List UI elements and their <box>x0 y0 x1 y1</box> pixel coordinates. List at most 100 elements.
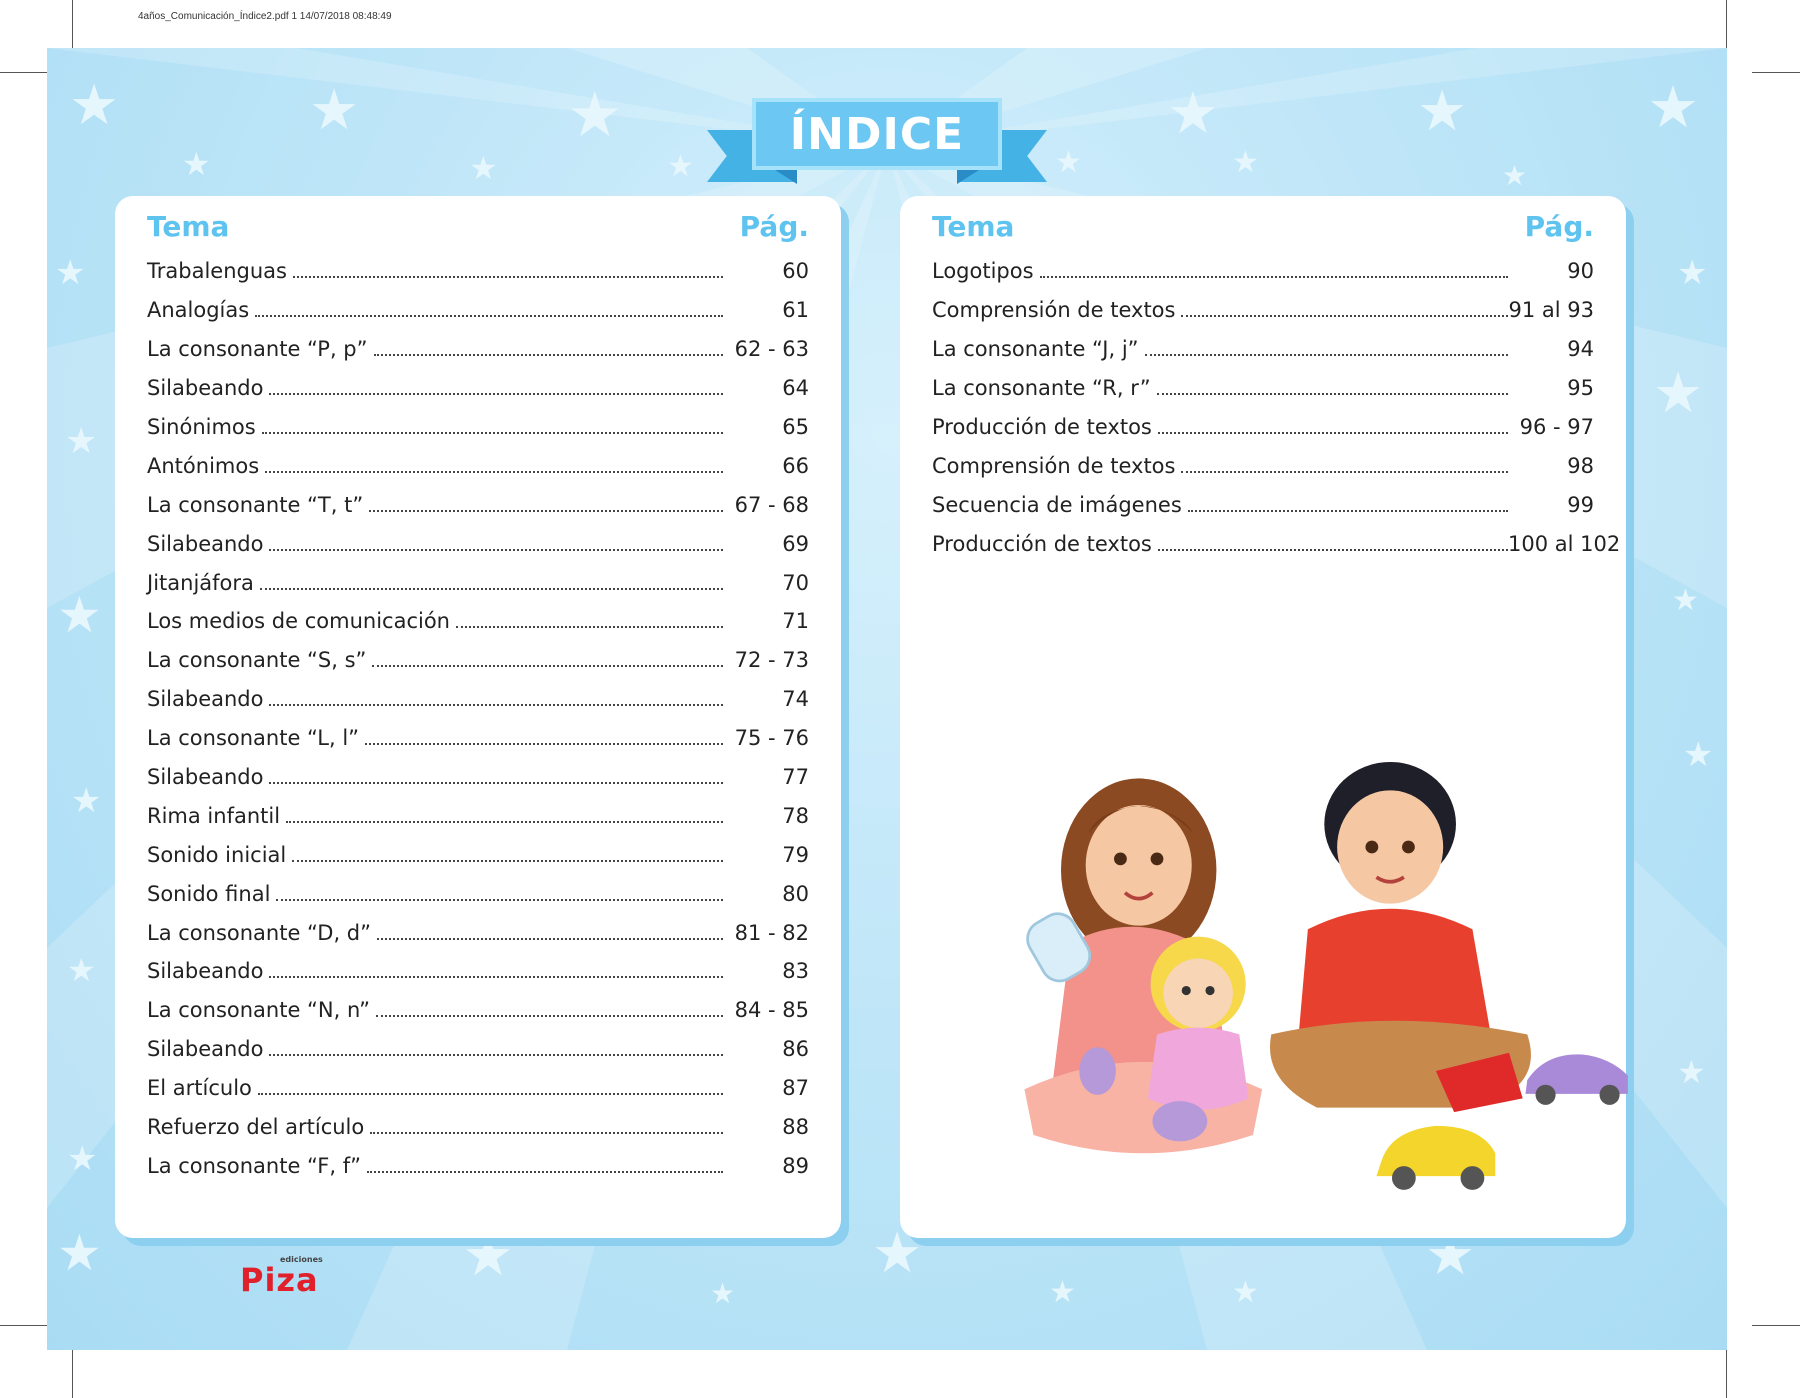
index-entry: Analogías 61 <box>147 291 809 330</box>
index-entry: Antónimos 66 <box>147 446 809 485</box>
dot-leader <box>1157 432 1508 434</box>
entry-page-number: 90 <box>1567 259 1594 284</box>
entry-topic: Logotipos <box>932 259 1034 284</box>
entry-page-number: 83 <box>782 959 809 984</box>
index-entry: Rima infantil 78 <box>147 796 809 835</box>
index-entry: Comprensión de textos 98 <box>932 446 1594 485</box>
index-entry: Silabeando 74 <box>147 680 809 719</box>
index-entry: La consonante “L, l” 75 - 76 <box>147 719 809 758</box>
dot-leader <box>1156 393 1508 396</box>
index-list: Trabalenguas 60 Analogías 61 La consonante “… <box>147 252 809 1185</box>
dot-leader <box>377 937 723 940</box>
ribbon-band: ÍNDICE <box>752 98 1002 170</box>
entry-topic: La consonante “S, s” <box>147 648 367 673</box>
dot-leader <box>1039 276 1508 279</box>
index-entry: Silabeando 86 <box>147 1030 809 1069</box>
entry-topic: La consonante “L, l” <box>147 726 360 751</box>
dot-leader <box>365 743 723 746</box>
entry-page-number: 64 <box>782 376 809 401</box>
entry-topic: Sinónimos <box>147 415 256 439</box>
index-entry: La consonante “D, d” 81 - 82 <box>147 913 809 952</box>
star-icon: ★ <box>1049 1275 1076 1310</box>
entry-page-number: 98 <box>1567 453 1594 478</box>
crop-mark <box>0 72 47 73</box>
entry-page-number: 71 <box>782 609 809 634</box>
entry-page-number: 89 <box>782 1153 809 1178</box>
index-entry: Los medios de comunicación 71 <box>147 602 809 641</box>
entry-page-number: 88 <box>782 1115 809 1140</box>
entry-page-number: 80 <box>782 881 809 906</box>
entry-page-number: 91 al 93 <box>1508 298 1595 323</box>
star-icon: ★ <box>67 1139 98 1179</box>
entry-topic: La consonante “D, d” <box>147 920 372 945</box>
page-title: ÍNDICE <box>789 108 965 160</box>
entry-topic: Los medios de comunicación <box>147 609 450 634</box>
star-icon: ★ <box>67 951 96 989</box>
entry-page-number: 84 - 85 <box>734 998 809 1023</box>
children-illustration <box>1024 761 1628 1190</box>
dot-leader <box>1181 315 1508 318</box>
star-icon: ★ <box>71 781 102 821</box>
index-entry: Sonido inicial 79 <box>147 835 809 874</box>
index-panel-left: Tema Pág. Trabalenguas 60 Analogías 61 La co… <box>115 196 841 1238</box>
entry-page-number: 100 al 102 <box>1508 531 1621 556</box>
entry-page-number: 95 <box>1567 376 1594 401</box>
star-icon: ★ <box>309 78 360 143</box>
dot-leader <box>269 548 723 551</box>
entry-page-number: 70 <box>782 570 809 595</box>
dot-leader <box>373 354 723 357</box>
index-panel-right: Tema Pág. Logotipos 90 Comprensión de text… <box>900 196 1628 1238</box>
dot-leader <box>1181 470 1508 473</box>
entry-topic: Trabalenguas <box>147 259 287 284</box>
star-icon: ★ <box>1677 253 1708 293</box>
entry-page-number: 96 - 97 <box>1519 415 1594 439</box>
logo-subtitle: ediciones <box>280 1255 323 1264</box>
index-entry: Silabeando 69 <box>147 524 809 563</box>
star-icon: ★ <box>469 149 498 187</box>
star-icon: ★ <box>1683 735 1714 775</box>
entry-topic: Comprensión de textos <box>932 298 1176 323</box>
index-entry: Silabeando 83 <box>147 952 809 991</box>
entry-page-number: 65 <box>782 415 809 439</box>
file-header: 4años_Comunicación_Índice2.pdf 1 14/07/2… <box>138 11 392 22</box>
entry-topic: Producción de textos <box>932 531 1152 556</box>
entry-topic: La consonante “P, p” <box>147 337 368 362</box>
entry-topic: Jitanjáfora <box>147 570 254 595</box>
star-icon: ★ <box>69 73 120 138</box>
crop-mark <box>1726 1350 1727 1398</box>
publisher-logo: ediciones Piza <box>240 1255 323 1299</box>
dot-leader <box>370 1132 723 1135</box>
index-entry: El artículo 87 <box>147 1069 809 1108</box>
index-entry: La consonante “P, p” 62 - 63 <box>147 330 809 369</box>
index-entry: Producción de textos 100 al 102 <box>932 524 1620 563</box>
index-entry: La consonante “S, s” 72 - 73 <box>147 641 809 680</box>
dot-leader <box>376 1015 723 1018</box>
dot-leader <box>255 315 723 318</box>
entry-page-number: 81 - 82 <box>734 920 809 945</box>
index-entry: La consonante “J, j” 94 <box>932 330 1594 369</box>
entry-page-number: 75 - 76 <box>734 726 809 751</box>
entry-page-number: 99 <box>1567 492 1594 517</box>
entry-topic: Silabeando <box>147 765 264 790</box>
dot-leader <box>372 665 723 668</box>
entry-page-number: 67 - 68 <box>734 492 809 517</box>
star-icon: ★ <box>57 586 102 644</box>
star-icon: ★ <box>1672 583 1699 618</box>
dot-leader <box>257 1093 723 1096</box>
tema-heading: Tema <box>147 210 230 243</box>
index-entry: Silabeando 77 <box>147 758 809 797</box>
entry-topic: Sonido inicial <box>147 842 287 867</box>
star-icon: ★ <box>182 145 211 183</box>
dot-leader <box>1144 354 1508 357</box>
crop-mark <box>1752 72 1800 73</box>
dot-leader <box>269 393 723 396</box>
star-icon: ★ <box>57 1224 102 1282</box>
pag-heading: Pág. <box>1524 210 1594 243</box>
star-icon: ★ <box>667 149 694 184</box>
dot-leader <box>259 587 723 590</box>
index-entry: Logotipos 90 <box>932 252 1594 291</box>
dot-leader <box>367 1170 723 1173</box>
star-icon: ★ <box>1232 145 1259 180</box>
entry-page-number: 94 <box>1567 337 1594 362</box>
entry-topic: Antónimos <box>147 453 260 478</box>
